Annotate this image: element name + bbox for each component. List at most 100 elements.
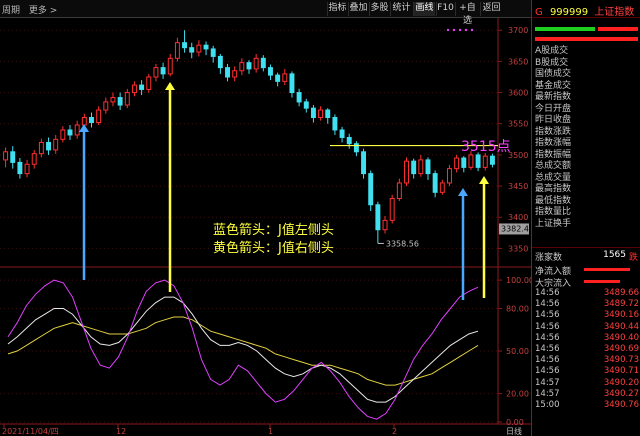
candle-up bbox=[96, 109, 102, 123]
tick-row: 14:57 3490.20 bbox=[535, 378, 639, 389]
rise-count-row: 涨家数 1565 跌 bbox=[535, 250, 638, 263]
price-tick-label: 3550 bbox=[508, 120, 528, 129]
price-tick-label: 3450 bbox=[508, 182, 528, 191]
dot-marker bbox=[446, 28, 450, 32]
tick-time: 14:57 bbox=[535, 388, 560, 399]
candle-down bbox=[260, 57, 266, 69]
time-axis-label: 12 bbox=[116, 427, 126, 436]
tick-row: 14:56 3490.44 bbox=[535, 322, 639, 333]
candle-down bbox=[46, 141, 52, 151]
candle-down bbox=[361, 151, 367, 175]
candle-down bbox=[217, 55, 223, 69]
candle-up bbox=[239, 62, 245, 72]
dot-marker bbox=[452, 28, 456, 32]
candle-up bbox=[253, 57, 259, 70]
candle-down bbox=[203, 44, 209, 50]
tick-price: 3490.73 bbox=[603, 355, 639, 366]
candle-down bbox=[225, 67, 230, 78]
quote-panel: G 999999 上证指数 A股成交 B股成交 国债成交 基金成交 最新指数 今日开盘 昨日… bbox=[531, 0, 640, 436]
toolbar-button-5[interactable]: F10 bbox=[436, 2, 454, 16]
candle-down bbox=[339, 129, 345, 138]
candle-down bbox=[89, 117, 94, 123]
toolbar-button-1[interactable]: 叠加 bbox=[348, 2, 368, 16]
indicator-tick-label: 20.00 bbox=[506, 390, 529, 399]
candle-up bbox=[53, 138, 59, 151]
candle-up bbox=[3, 151, 9, 161]
rise-count-label: 涨家数 bbox=[535, 253, 563, 263]
candle-up bbox=[131, 84, 137, 94]
candle-down bbox=[17, 161, 23, 175]
tick-price: 3489.72 bbox=[603, 299, 639, 310]
candle-up bbox=[196, 44, 202, 53]
toolbar-button-3[interactable]: 统计 bbox=[390, 2, 412, 16]
last-price-label: 3382.4 bbox=[501, 224, 529, 233]
quote-field-label: 上证换手 bbox=[535, 218, 572, 229]
candle-up bbox=[454, 157, 460, 170]
time-axis-label: 2021/11/04/四 bbox=[2, 427, 59, 436]
rise-volume-bar bbox=[535, 27, 595, 31]
toolbar-button-4[interactable]: 画线 bbox=[413, 2, 435, 16]
group-badge: G bbox=[535, 7, 543, 18]
candle-down bbox=[160, 67, 166, 75]
candle-down bbox=[375, 204, 381, 231]
candle-up bbox=[60, 129, 66, 140]
candle-down bbox=[325, 109, 331, 119]
net-inflow-bar bbox=[584, 268, 630, 271]
candle-down bbox=[475, 154, 481, 168]
candle-up bbox=[232, 70, 238, 78]
candle-down bbox=[268, 67, 273, 76]
tick-time: 14:56 bbox=[535, 355, 560, 366]
tick-time: 14:56 bbox=[535, 288, 560, 298]
quote-field-label: 指数涨幅 bbox=[535, 138, 572, 148]
tick-row: 15:00 3490.76 bbox=[535, 400, 639, 411]
candle-up bbox=[153, 67, 159, 78]
candle-down bbox=[246, 62, 252, 70]
quote-field-label: 最低指数 bbox=[535, 195, 572, 206]
candle-down bbox=[189, 47, 195, 53]
candle-up bbox=[439, 182, 445, 193]
candle-down bbox=[425, 159, 431, 175]
candle-down bbox=[296, 92, 302, 103]
quote-field-label: 今日开盘 bbox=[535, 103, 572, 114]
candle-up bbox=[74, 124, 80, 136]
candle-up bbox=[81, 117, 87, 126]
toolbar-button-0[interactable]: 指标 bbox=[327, 2, 347, 16]
toolbar-button-6[interactable]: +自选 bbox=[455, 2, 479, 26]
rise-count-value: 1565 bbox=[603, 250, 626, 260]
quote-field-label: 最高指数 bbox=[535, 184, 572, 194]
tick-time: 14:56 bbox=[535, 321, 560, 332]
period-button[interactable]: 周期 bbox=[2, 6, 20, 16]
tick-price: 3490.27 bbox=[603, 388, 639, 399]
tick-row: 14:56 3490.69 bbox=[535, 344, 639, 355]
tick-price: 3489.66 bbox=[603, 288, 639, 298]
candle-down bbox=[303, 101, 309, 109]
tick-row: 14:56 3490.73 bbox=[535, 355, 639, 366]
toolbar-button-2[interactable]: 多股 bbox=[369, 2, 389, 16]
candle-down bbox=[368, 173, 374, 206]
blue-arrow-left-head bbox=[79, 124, 89, 132]
tick-price: 3490.40 bbox=[603, 332, 639, 343]
more-button[interactable]: 更多 > bbox=[29, 6, 57, 16]
quote-field-label: 总成交额 bbox=[535, 161, 572, 171]
candle-up bbox=[174, 42, 180, 59]
dot-marker bbox=[470, 28, 474, 32]
candle-down bbox=[182, 42, 188, 49]
tick-time: 14:56 bbox=[535, 299, 560, 310]
quote-field-label: 总成交量 bbox=[535, 172, 572, 183]
quote-field-label: 指数振幅 bbox=[535, 149, 572, 160]
candle-down bbox=[10, 151, 16, 163]
blue-arrow-caption: 蓝色箭头：J值左侧头 bbox=[213, 223, 334, 238]
candle-down bbox=[353, 143, 359, 153]
tick-price: 3490.71 bbox=[603, 366, 639, 377]
stock-code: 999999 bbox=[549, 7, 589, 18]
tick-row: 14:56 3489.66 bbox=[535, 288, 639, 299]
chart-toolbar: 周期 更多 > 指标 叠加 多股 统计 画线 F10 +自选 返回 bbox=[0, 0, 531, 26]
indicator-tick-label: 50.00 bbox=[506, 347, 529, 356]
period-label: 日线 bbox=[506, 426, 522, 436]
toolbar-button-7[interactable]: 返回 bbox=[480, 2, 502, 16]
candle-up bbox=[146, 76, 152, 90]
toolbar-left: 周期 更多 > bbox=[2, 3, 63, 16]
quote-field-label: 基金成交 bbox=[535, 80, 572, 91]
quote-field-label: 昨日收盘 bbox=[535, 115, 572, 125]
quote-header: G 999999 上证指数 bbox=[532, 0, 640, 18]
